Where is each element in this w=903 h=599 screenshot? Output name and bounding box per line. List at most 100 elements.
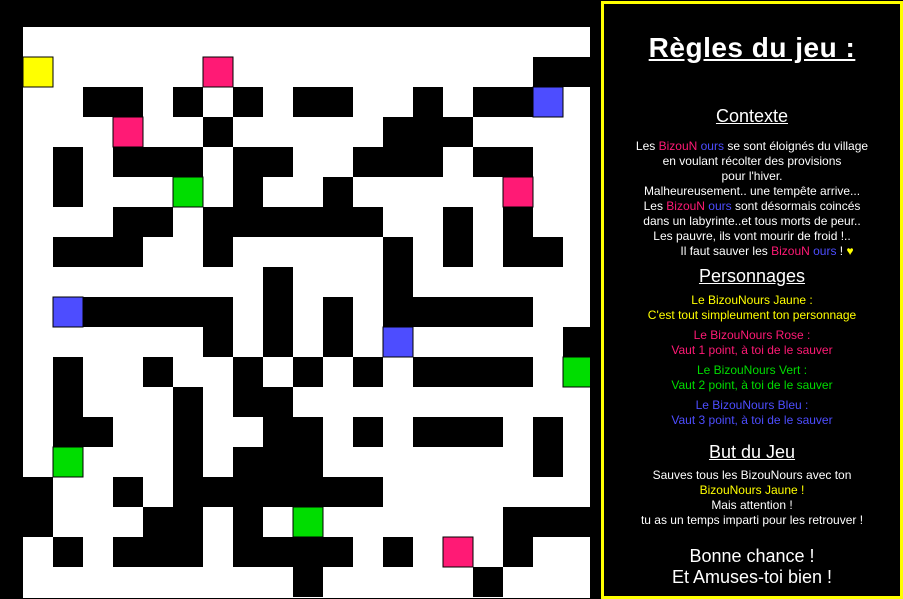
maze-wall <box>503 87 533 117</box>
farewell-line: Et Amuses-toi bien ! <box>671 567 833 587</box>
maze-wall <box>263 267 293 297</box>
maze-wall <box>473 147 503 177</box>
maze-wall <box>383 297 413 327</box>
maze-wall <box>413 297 443 327</box>
maze-wall <box>113 297 143 327</box>
maze-wall <box>233 177 263 207</box>
character-name: Le BizouNours Rose : <box>693 328 811 342</box>
maze-wall <box>173 387 203 417</box>
maze-wall <box>203 117 233 147</box>
blue-bear[interactable] <box>532 86 564 118</box>
maze-wall <box>323 177 353 207</box>
maze-wall <box>173 507 203 537</box>
maze-wall <box>533 237 563 267</box>
maze-wall <box>173 447 203 477</box>
maze-wall <box>563 57 590 87</box>
yellow-bear-player[interactable] <box>22 56 54 88</box>
maze-wall <box>353 207 383 237</box>
maze-wall <box>263 417 293 447</box>
pink-bear[interactable] <box>202 56 234 88</box>
maze-wall <box>383 147 413 177</box>
maze-wall <box>203 237 233 267</box>
green-bear[interactable] <box>292 506 324 538</box>
context-line: Malheureusement.. une tempête arrive... <box>643 184 861 198</box>
maze-wall <box>263 327 293 357</box>
maze-wall <box>323 327 353 357</box>
character-desc: Vaut 3 point, à toi de le sauver <box>671 413 833 427</box>
context-text: Les BizouN ours se sont éloignés du vill… <box>604 139 900 259</box>
maze-wall <box>113 537 143 567</box>
maze-wall <box>263 207 293 237</box>
maze-grid <box>22 27 590 598</box>
pink-bear[interactable] <box>112 116 144 148</box>
maze-wall <box>293 567 323 597</box>
blue-bear[interactable] <box>382 326 414 358</box>
maze-wall <box>413 357 443 387</box>
maze-wall <box>53 147 83 177</box>
green-bear[interactable] <box>562 356 590 388</box>
goal-line: Mais attention ! <box>711 498 793 512</box>
maze-wall <box>293 417 323 447</box>
green-bear[interactable] <box>52 446 84 478</box>
maze-wall <box>143 537 173 567</box>
maze-wall <box>503 537 533 567</box>
context-line: Il faut sauver les BizouN ours ! ♥ <box>680 244 854 258</box>
goal-line: Sauves tous les BizouNours avec ton <box>652 468 852 482</box>
maze-wall <box>113 147 143 177</box>
maze-wall <box>263 477 293 507</box>
maze-wall <box>533 57 563 87</box>
maze-wall <box>53 387 83 417</box>
blue-bear[interactable] <box>52 296 84 328</box>
maze-wall <box>263 537 293 567</box>
character-desc: Vaut 1 point, à toi de le sauver <box>671 343 833 357</box>
maze-wall <box>233 387 263 417</box>
maze-wall <box>323 207 353 237</box>
maze-wall <box>383 117 413 147</box>
maze-wall <box>473 297 503 327</box>
maze-wall <box>353 147 383 177</box>
maze-board[interactable] <box>0 0 590 598</box>
maze-wall <box>413 417 443 447</box>
pink-bear[interactable] <box>442 536 474 568</box>
maze-wall <box>143 297 173 327</box>
maze-wall <box>323 297 353 327</box>
maze-wall <box>473 357 503 387</box>
maze-wall <box>53 357 83 387</box>
maze-wall <box>173 417 203 447</box>
maze-wall <box>383 537 413 567</box>
character-name: Le BizouNours Jaune : <box>691 293 813 307</box>
maze-wall <box>443 207 473 237</box>
maze-wall <box>473 567 503 597</box>
maze-wall <box>173 87 203 117</box>
maze-wall <box>533 447 563 477</box>
maze-wall <box>143 507 173 537</box>
context-line: dans un labyrinte..et tous morts de peur… <box>643 214 861 228</box>
goal-text: Sauves tous les BizouNours avec ton Bizo… <box>604 468 900 528</box>
maze-wall <box>263 147 293 177</box>
maze-wall <box>53 537 83 567</box>
maze-wall <box>143 357 173 387</box>
maze-wall <box>203 477 233 507</box>
maze-wall <box>173 477 203 507</box>
maze-wall <box>233 507 263 537</box>
pink-bear[interactable] <box>502 176 534 208</box>
goal-line: BizouNours Jaune ! <box>699 483 805 497</box>
maze-wall <box>323 87 353 117</box>
rules-panel: Règles du jeu : Contexte Les BizouN ours… <box>601 1 903 599</box>
character-desc: Vaut 2 point, à toi de le sauver <box>671 378 833 392</box>
maze-wall <box>323 477 353 507</box>
maze-wall <box>293 537 323 567</box>
maze-wall <box>383 267 413 297</box>
maze-wall <box>83 237 113 267</box>
green-bear[interactable] <box>172 176 204 208</box>
context-line: pour l'hiver. <box>721 169 783 183</box>
maze-wall <box>293 447 323 477</box>
maze-wall <box>263 297 293 327</box>
maze-wall <box>413 87 443 117</box>
characters-list: Le BizouNours Jaune : C'est tout simpleu… <box>604 293 900 428</box>
maze-wall <box>203 327 233 357</box>
maze-wall <box>473 417 503 447</box>
characters-heading: Personnages <box>698 266 806 286</box>
maze-wall <box>143 207 173 237</box>
context-line: Les BizouN ours sont désormais coincés <box>643 199 861 213</box>
